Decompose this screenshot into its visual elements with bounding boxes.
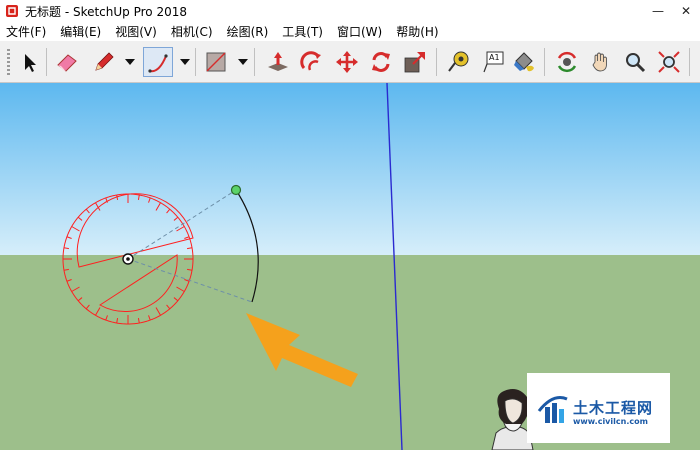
scale-icon: [404, 52, 425, 73]
rectangle-dropdown-icon[interactable]: [238, 57, 248, 67]
close-icon: ✕: [680, 4, 692, 18]
pan-hand-icon: [592, 52, 607, 72]
paint-bucket-tool-button[interactable]: [509, 47, 539, 77]
pencil-tool-button[interactable]: [89, 47, 119, 77]
zoom-extents-icon: [658, 51, 680, 73]
text-tool-button[interactable]: A1: [477, 47, 507, 77]
move-arrows-icon: [336, 51, 358, 73]
rotate-tool-button[interactable]: [366, 47, 396, 77]
menu-edit[interactable]: 编辑(E): [54, 23, 109, 40]
arc-center-dot: [126, 257, 130, 261]
sky: [0, 83, 700, 255]
title-bar: 无标题 - SketchUp Pro 2018 — ✕: [0, 0, 700, 22]
toolbar-grip[interactable]: [7, 49, 10, 75]
paint-bucket-icon: [514, 52, 534, 72]
pencil-icon: [95, 52, 114, 71]
watermark-main-text: 土木工程网: [573, 399, 654, 417]
tape-measure-tool-button[interactable]: [443, 47, 473, 77]
zoom-tool-button[interactable]: [620, 47, 650, 77]
zoom-extents-tool-button[interactable]: [654, 47, 684, 77]
push-pull-icon: [268, 52, 288, 71]
sketchup-app-icon: [6, 5, 18, 17]
move-tool-button[interactable]: [332, 47, 362, 77]
close-button[interactable]: ✕: [672, 0, 700, 22]
arc-tool-button[interactable]: [143, 47, 173, 77]
civilcn-logo-icon: [537, 396, 568, 423]
window-title: 无标题 - SketchUp Pro 2018: [25, 4, 187, 19]
eraser-tool-button[interactable]: [52, 47, 82, 77]
menu-file[interactable]: 文件(F): [0, 23, 54, 40]
toolbar-separator: [195, 48, 196, 76]
rotate-icon: [372, 52, 390, 72]
menu-camera[interactable]: 相机(C): [165, 23, 221, 40]
follow-me-icon: [300, 51, 321, 71]
select-tool-button[interactable]: [14, 47, 44, 77]
orbit-icon: [557, 51, 577, 73]
menu-help[interactable]: 帮助(H): [390, 23, 446, 40]
text-tool-label: A1: [489, 53, 500, 62]
magnifier-icon: [626, 53, 646, 73]
menu-view[interactable]: 视图(V): [109, 23, 165, 40]
minimize-icon: —: [652, 4, 664, 18]
rectangle-icon: [206, 52, 226, 72]
toolbar-separator: [46, 48, 47, 76]
toolbar-separator: [544, 48, 545, 76]
arc-endpoint-marker: [230, 184, 242, 196]
orbit-tool-button[interactable]: [552, 47, 582, 77]
pencil-dropdown-icon[interactable]: [125, 57, 135, 67]
pan-tool-button[interactable]: [586, 47, 616, 77]
toolbar-separator: [254, 48, 255, 76]
tape-measure-icon: [448, 51, 469, 72]
toolbar-separator: [436, 48, 437, 76]
eraser-icon: [57, 54, 77, 72]
scale-tool-button[interactable]: [400, 47, 430, 77]
menu-draw[interactable]: 绘图(R): [221, 23, 277, 40]
rectangle-tool-button[interactable]: [201, 47, 231, 77]
watermark-logo: 土木工程网 www.civilcn.com: [527, 373, 670, 443]
follow-me-tool-button[interactable]: [297, 47, 327, 77]
toolbar-separator: [689, 48, 690, 76]
arc-dropdown-icon[interactable]: [180, 57, 190, 67]
push-pull-tool-button[interactable]: [263, 47, 293, 77]
menu-bar: 文件(F) 编辑(E) 视图(V) 相机(C) 绘图(R) 工具(T) 窗口(W…: [0, 22, 700, 41]
menu-tools[interactable]: 工具(T): [276, 23, 331, 40]
main-toolbar: A1: [0, 41, 700, 83]
arc-icon: [148, 54, 168, 73]
watermark-url-text: www.civilcn.com: [573, 417, 648, 426]
minimize-button[interactable]: —: [644, 0, 672, 22]
select-arrow-icon: [25, 54, 36, 72]
menu-window[interactable]: 窗口(W): [331, 23, 390, 40]
